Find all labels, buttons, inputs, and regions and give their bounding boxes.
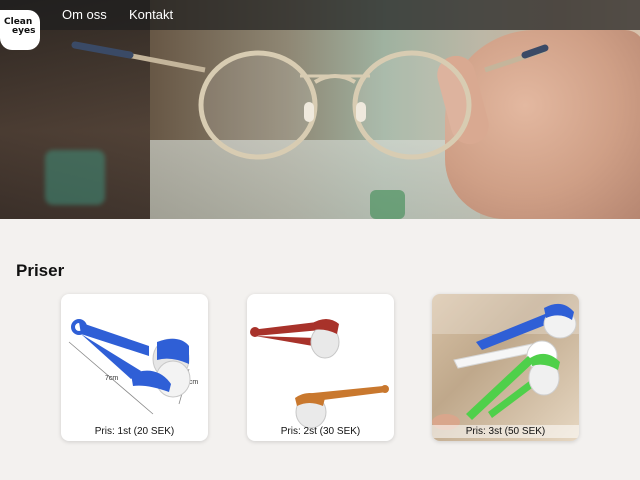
product-image-1: 7cm 2cm xyxy=(68,319,198,415)
nav-link-kontakt[interactable]: Kontakt xyxy=(129,7,173,22)
product-image-3 xyxy=(432,294,579,430)
price-caption-1: Pris: 1st (20 SEK) xyxy=(94,426,175,437)
logo-line2: eyes xyxy=(12,26,36,36)
price-caption-3: Pris: 3st (50 SEK) xyxy=(432,425,579,438)
logo[interactable]: Clean eyes xyxy=(0,10,40,50)
price-card-3[interactable]: Pris: 3st (50 SEK) xyxy=(432,294,579,441)
nav-link-om-oss[interactable]: Om oss xyxy=(62,7,107,22)
product-image-2 xyxy=(250,319,389,429)
section-title-priser: Priser xyxy=(16,261,65,280)
navbar: Om oss Kontakt xyxy=(0,0,640,30)
price-card-1[interactable]: 7cm 2cm Pris: 1st (20 SEK) xyxy=(61,294,208,441)
price-card-2[interactable]: Pris: 2st (30 SEK) xyxy=(247,294,394,441)
hero-image xyxy=(0,0,640,219)
dimension-width: 7cm xyxy=(105,375,118,382)
price-caption-2: Pris: 2st (30 SEK) xyxy=(280,426,361,437)
eyeglasses-illustration xyxy=(71,41,549,160)
